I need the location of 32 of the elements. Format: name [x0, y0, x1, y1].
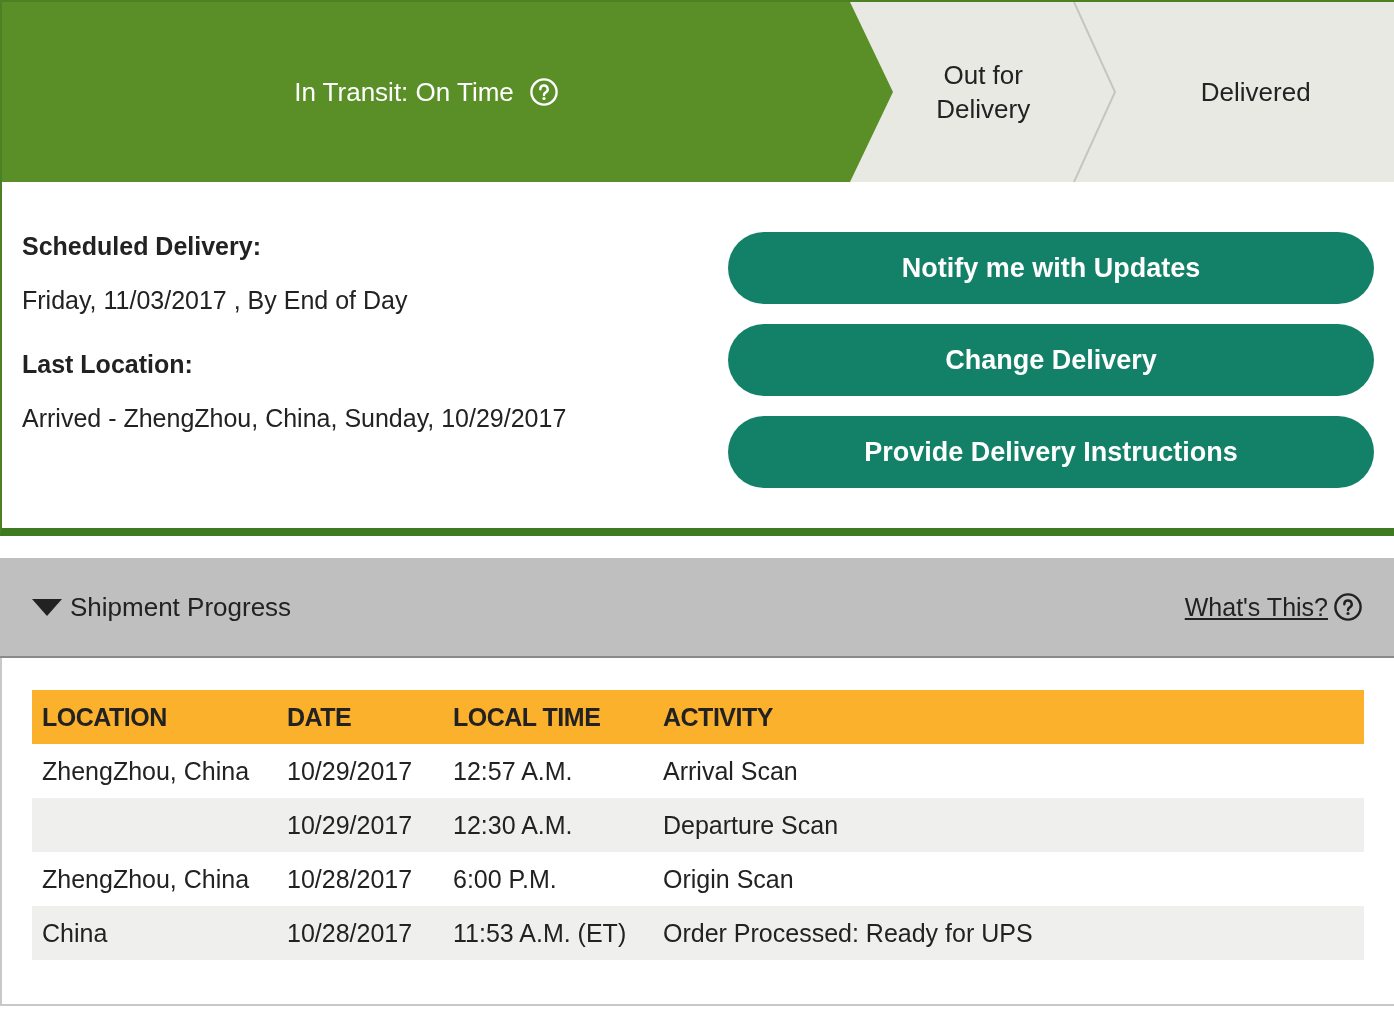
table-cell: ZhengZhou, China: [42, 864, 250, 894]
table-cell: 10/28/2017: [287, 864, 413, 894]
table-cell: 6:00 P.M.: [453, 864, 557, 894]
table-cell: 12:30 A.M.: [453, 810, 573, 840]
field-label: Scheduled Delivery:: [22, 232, 262, 260]
table-cell: Arrival Scan: [663, 756, 798, 786]
table-cell: 10/29/2017: [287, 810, 413, 840]
column-header: LOCAL TIME: [453, 702, 601, 732]
step-label: In Transit: On Time: [294, 76, 514, 109]
column-header: LOCATION: [42, 702, 167, 732]
column-header: DATE: [287, 702, 352, 732]
table-cell: China: [42, 918, 108, 948]
table-cell: 10/29/2017: [287, 756, 413, 786]
step-label: Out for Delivery: [935, 59, 1032, 126]
action-button[interactable]: Provide Delivery Instructions: [728, 416, 1374, 488]
table-cell: ZhengZhou, China: [42, 756, 250, 786]
action-button[interactable]: Change Delivery: [728, 324, 1374, 396]
table-cell: Order Processed: Ready for UPS: [663, 918, 1033, 948]
help-icon[interactable]: [1334, 593, 1362, 621]
field-value: Friday, 11/03/2017 , By End of Day: [22, 286, 409, 314]
field-value: Arrived - ZhengZhou, China, Sunday, 10/29/2017: [22, 404, 568, 432]
help-link[interactable]: What's This?: [1184, 592, 1328, 622]
table-cell: Origin Scan: [663, 864, 794, 894]
table-cell: 11:53 A.M. (ET): [453, 918, 627, 948]
column-header: ACTIVITY: [663, 702, 773, 732]
action-button[interactable]: Notify me with Updates: [728, 232, 1374, 304]
table-cell: 12:57 A.M.: [453, 756, 573, 786]
table-cell: 10/28/2017: [287, 918, 413, 948]
table-cell: Departure Scan: [663, 810, 839, 840]
step-label: Delivered: [1200, 76, 1311, 109]
field-label: Last Location:: [22, 350, 194, 378]
section-toggle[interactable]: Shipment Progress: [32, 591, 292, 623]
